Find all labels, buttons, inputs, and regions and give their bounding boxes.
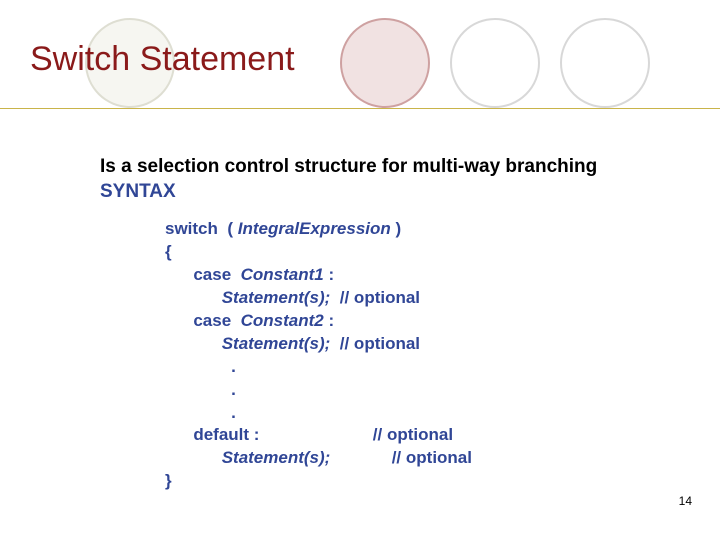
code-ital: Statement(s);: [222, 334, 331, 353]
code-indent: [165, 288, 222, 307]
code-dots: .: [165, 380, 236, 399]
code-ital: Constant1: [241, 265, 324, 284]
code-kw: default :: [165, 425, 259, 444]
code-text: ): [391, 219, 401, 238]
intro-line: Is a selection control structure for mul…: [100, 156, 597, 177]
decorative-circle: [450, 18, 540, 108]
code-comment: // optional: [330, 448, 472, 467]
code-text: :: [324, 265, 334, 284]
code-indent: [165, 448, 222, 467]
decorative-circle: [340, 18, 430, 108]
decorative-circle: [560, 18, 650, 108]
code-kw: case: [165, 265, 241, 284]
code-kw: case: [165, 311, 241, 330]
code-ital: Statement(s);: [222, 288, 331, 307]
code-ital: Statement(s);: [222, 448, 331, 467]
code-brace: {: [165, 242, 172, 261]
code-kw: switch (: [165, 219, 238, 238]
code-text: :: [324, 311, 334, 330]
page-number: 14: [679, 494, 692, 508]
title-underline: [0, 108, 720, 109]
syntax-code: switch ( IntegralExpression ) { case Con…: [165, 218, 472, 493]
code-comment: // optional: [330, 334, 420, 353]
code-dots: .: [165, 357, 236, 376]
slide-title: Switch Statement: [30, 40, 295, 79]
code-brace: }: [165, 471, 172, 490]
code-ital: IntegralExpression: [238, 219, 391, 238]
intro-text: Is a selection control structure for mul…: [100, 155, 597, 204]
code-comment: // optional: [330, 288, 420, 307]
code-indent: [165, 334, 222, 353]
code-dots: .: [165, 403, 236, 422]
code-comment: // optional: [259, 425, 453, 444]
syntax-label: SYNTAX: [100, 181, 176, 202]
code-ital: Constant2: [241, 311, 324, 330]
